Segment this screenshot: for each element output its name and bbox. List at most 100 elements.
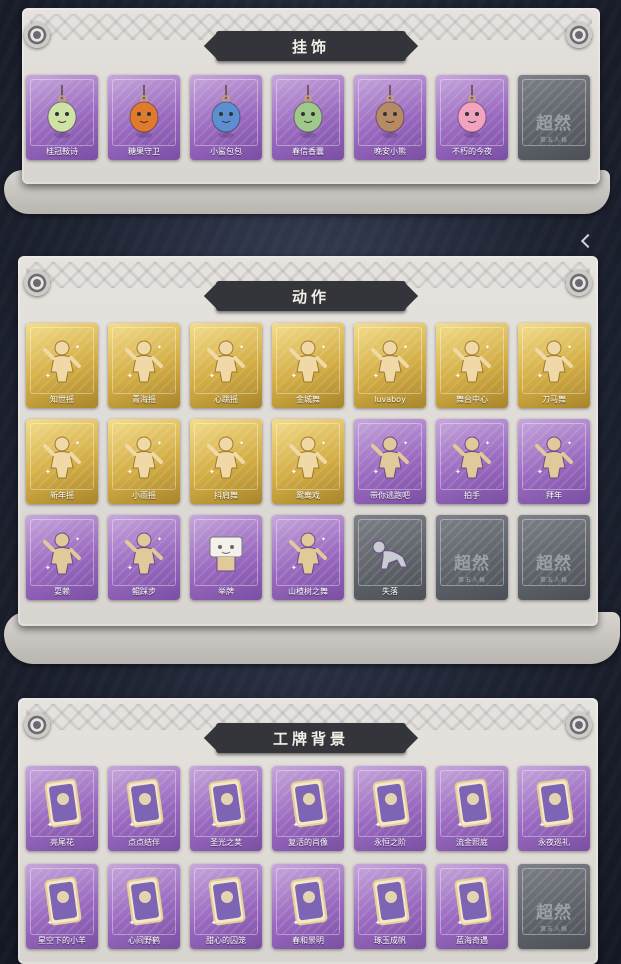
- badge-background-card[interactable]: ✦ 复活的肖像: [272, 766, 344, 851]
- ornament-card[interactable]: 桂冠鞍诗: [26, 75, 98, 160]
- ornament-card[interactable]: 不朽的今夜: [436, 75, 508, 160]
- card-label: 点点结伴: [128, 838, 160, 847]
- badge-card-icon: ✦: [121, 777, 167, 835]
- emote-pose-icon: ✦ ✦: [40, 338, 84, 388]
- card-label: 桂冠鞍诗: [46, 147, 78, 156]
- badge-card-icon: ✦: [449, 875, 495, 933]
- action-card[interactable]: 超然 第五人格: [436, 515, 508, 600]
- ornament-card[interactable]: 春信香囊: [272, 75, 344, 160]
- badge-background-card[interactable]: ✦ 亮尾花: [26, 766, 98, 851]
- locked-placeholder-logo: 超然 第五人格: [436, 549, 508, 584]
- svg-text:✦: ✦: [157, 440, 162, 447]
- card-label: 青海摇: [132, 395, 156, 404]
- emote-pose-icon: ✦ ✦: [286, 434, 330, 484]
- svg-text:✦: ✦: [291, 564, 297, 572]
- action-card[interactable]: ✦ ✦ 耍赖: [26, 515, 98, 600]
- action-card[interactable]: 举牌: [190, 515, 262, 600]
- badge-background-card[interactable]: ✦ 甜心的囚笼: [190, 864, 262, 949]
- badge-card-icon: ✦: [531, 777, 577, 835]
- placeholder-text: 超然: [536, 903, 572, 923]
- card-label: 晚安小熊: [374, 147, 406, 156]
- locked-placeholder-logo: 超然 第五人格: [518, 109, 590, 144]
- action-card[interactable]: ✦ ✦ 小雨摇: [108, 419, 180, 504]
- badge-background-card[interactable]: ✦ 圣光之荚: [190, 766, 262, 851]
- ornament-card[interactable]: 小鲨包包: [190, 75, 262, 160]
- section-title-ornaments: 挂饰: [216, 31, 406, 61]
- badge-card-icon: ✦: [203, 875, 249, 933]
- action-card[interactable]: ✦ ✦ 山楂树之舞: [272, 515, 344, 600]
- card-label: 复活的肖像: [288, 838, 328, 847]
- badge-background-card[interactable]: ✦ 琢玉成帆: [354, 864, 426, 949]
- action-card[interactable]: ✦ ✦ 带你逃跑吧: [354, 419, 426, 504]
- svg-text:✦: ✦: [373, 468, 379, 476]
- ornament-card[interactable]: 糖果守卫: [108, 75, 180, 160]
- action-card[interactable]: ✦ ✦ 青海摇: [108, 323, 180, 408]
- badge-background-card[interactable]: ✦ 点点结伴: [108, 766, 180, 851]
- svg-text:✦: ✦: [485, 440, 490, 447]
- locked-placeholder-logo: 超然 第五人格: [518, 898, 590, 933]
- svg-text:✦: ✦: [293, 919, 299, 927]
- svg-text:✦: ✦: [373, 372, 379, 380]
- action-card[interactable]: ✦ ✦ 心跳摇: [190, 323, 262, 408]
- badge-card-icon: ✦: [285, 875, 331, 933]
- ornament-card[interactable]: 晚安小熊: [354, 75, 426, 160]
- action-card[interactable]: ✦ ✦ 舞台中心: [436, 323, 508, 408]
- badge-background-card[interactable]: ✦ 春和景明: [272, 864, 344, 949]
- svg-text:✦: ✦: [129, 919, 135, 927]
- card-label: 亮尾花: [50, 838, 74, 847]
- svg-text:✦: ✦: [291, 468, 297, 476]
- action-card[interactable]: ✦ ✦ 拍手: [436, 419, 508, 504]
- badge-background-card[interactable]: ✦ 星空下的小羊: [26, 864, 98, 949]
- card-label: 琢玉成帆: [374, 936, 406, 945]
- emote-pose-icon: ✦ ✦: [368, 338, 412, 388]
- card-label: 星空下的小羊: [38, 936, 86, 945]
- emote-pose-icon: ✦ ✦: [122, 338, 166, 388]
- corner-ornament-icon: [566, 270, 592, 296]
- card-label: 蓝海奇遇: [456, 936, 488, 945]
- badge-background-card[interactable]: ✦ 永恒之阶: [354, 766, 426, 851]
- svg-text:✦: ✦: [127, 468, 133, 476]
- action-card[interactable]: ✦ ✦ luvaboy: [354, 323, 426, 408]
- card-label: luvaboy: [374, 395, 406, 404]
- svg-text:✦: ✦: [129, 821, 135, 829]
- action-card[interactable]: ✦ ✦ 金城舞: [272, 323, 344, 408]
- emote-pose-icon: ✦ ✦: [368, 434, 412, 484]
- svg-text:✦: ✦: [209, 372, 215, 380]
- svg-text:✦: ✦: [75, 536, 80, 543]
- action-card[interactable]: ✦ ✦ 鲲踩步: [108, 515, 180, 600]
- action-card[interactable]: ✦ ✦ 抖肩舞: [190, 419, 262, 504]
- badge-background-card[interactable]: ✦ 流金照庭: [436, 766, 508, 851]
- emote-pose-icon: ✦ ✦: [40, 530, 84, 580]
- action-card[interactable]: ✦ ✦ 拜年: [518, 419, 590, 504]
- badge-background-card[interactable]: 超然 第五人格: [518, 864, 590, 949]
- svg-text:✦: ✦: [403, 344, 408, 351]
- badge-background-card[interactable]: ✦ 心间野鹤: [108, 864, 180, 949]
- section-title-badge-backgrounds: 工牌背景: [216, 723, 406, 753]
- card-label: 心跳摇: [214, 395, 238, 404]
- corner-ornament-icon: [24, 712, 50, 738]
- svg-text:✦: ✦: [321, 344, 326, 351]
- badge-background-card[interactable]: ✦ 永夜巡礼: [518, 766, 590, 851]
- action-card[interactable]: ✦ ✦ 鸳鸯戏: [272, 419, 344, 504]
- action-card[interactable]: 失落: [354, 515, 426, 600]
- card-label: 小雨摇: [132, 491, 156, 500]
- corner-ornament-icon: [566, 22, 592, 48]
- action-card[interactable]: ✦ ✦ 知世摇: [26, 323, 98, 408]
- action-card[interactable]: ✦ ✦ 新年摇: [26, 419, 98, 504]
- badge-card-icon: ✦: [121, 875, 167, 933]
- sachet-charm: [286, 85, 330, 145]
- svg-text:✦: ✦: [75, 440, 80, 447]
- placeholder-text: 超然: [454, 554, 490, 574]
- svg-text:✦: ✦: [321, 440, 326, 447]
- action-card[interactable]: ✦ ✦ 刀马舞: [518, 323, 590, 408]
- pumpkin-scarecrow-charm: [122, 85, 166, 145]
- card-label: 春和景明: [292, 936, 324, 945]
- card-label: 新年摇: [50, 491, 74, 500]
- card-label: 圣光之荚: [210, 838, 242, 847]
- fairy-doll-charm: [40, 85, 84, 145]
- badge-background-card[interactable]: ✦ 蓝海奇遇: [436, 864, 508, 949]
- ornament-card[interactable]: 超然 第五人格: [518, 75, 590, 160]
- shark-bag-charm: [204, 85, 248, 145]
- action-card[interactable]: 超然 第五人格: [518, 515, 590, 600]
- svg-text:✦: ✦: [321, 536, 326, 543]
